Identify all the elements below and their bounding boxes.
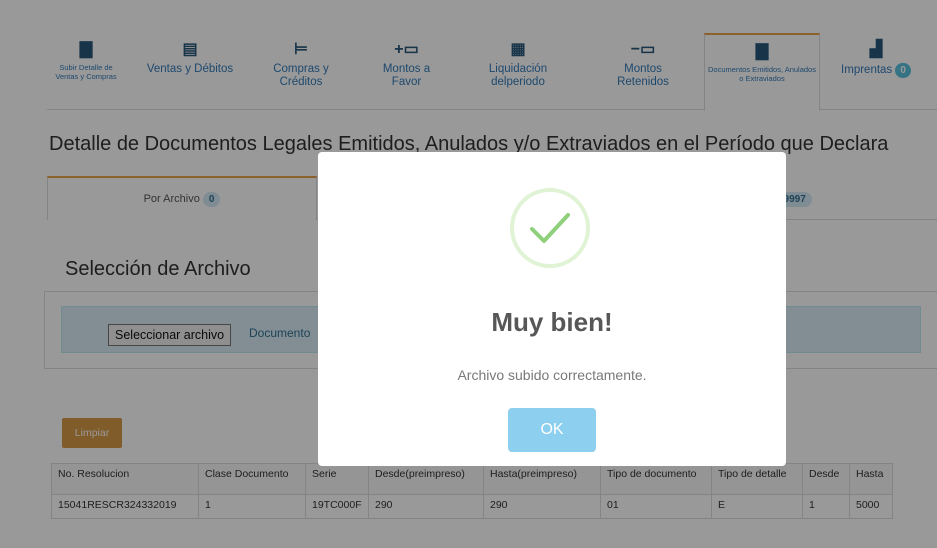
check-icon [530, 213, 570, 243]
ok-button[interactable]: OK [508, 408, 596, 452]
success-dialog: Muy bien! Archivo subido correctamente. … [318, 152, 786, 466]
dialog-message: Archivo subido correctamente. [457, 367, 647, 383]
dialog-title: Muy bien! [491, 307, 613, 337]
success-check-icon [510, 188, 590, 268]
